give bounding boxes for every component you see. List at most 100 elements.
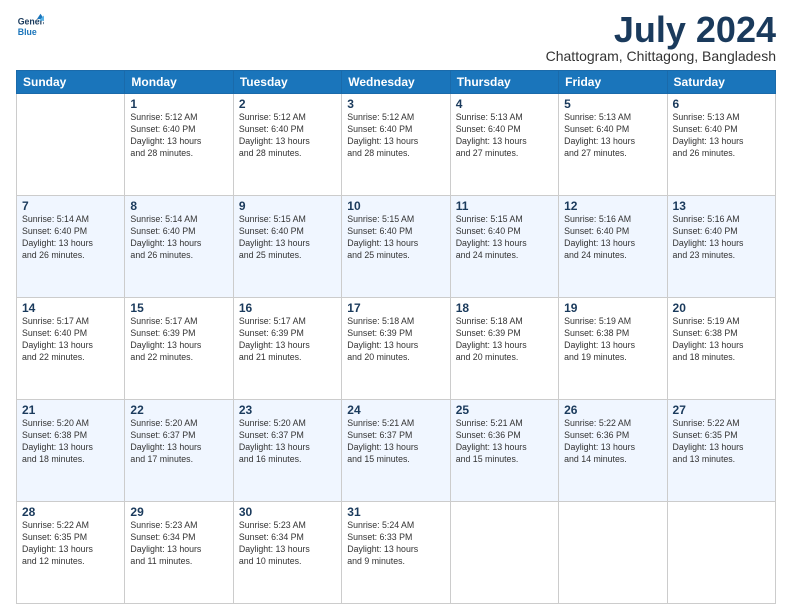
col-sunday: Sunday bbox=[17, 71, 125, 94]
table-row bbox=[450, 502, 558, 604]
day-info: Sunrise: 5:17 AM Sunset: 6:39 PM Dayligh… bbox=[239, 316, 336, 364]
day-number: 2 bbox=[239, 97, 336, 111]
day-number: 21 bbox=[22, 403, 119, 417]
table-row: 26Sunrise: 5:22 AM Sunset: 6:36 PM Dayli… bbox=[559, 400, 667, 502]
header-row: Sunday Monday Tuesday Wednesday Thursday… bbox=[17, 71, 776, 94]
day-number: 25 bbox=[456, 403, 553, 417]
table-row: 24Sunrise: 5:21 AM Sunset: 6:37 PM Dayli… bbox=[342, 400, 450, 502]
table-row: 2Sunrise: 5:12 AM Sunset: 6:40 PM Daylig… bbox=[233, 94, 341, 196]
day-number: 1 bbox=[130, 97, 227, 111]
day-info: Sunrise: 5:20 AM Sunset: 6:37 PM Dayligh… bbox=[239, 418, 336, 466]
day-info: Sunrise: 5:19 AM Sunset: 6:38 PM Dayligh… bbox=[564, 316, 661, 364]
day-info: Sunrise: 5:16 AM Sunset: 6:40 PM Dayligh… bbox=[673, 214, 770, 262]
day-number: 20 bbox=[673, 301, 770, 315]
table-row bbox=[559, 502, 667, 604]
day-info: Sunrise: 5:21 AM Sunset: 6:37 PM Dayligh… bbox=[347, 418, 444, 466]
table-row bbox=[667, 502, 775, 604]
day-info: Sunrise: 5:23 AM Sunset: 6:34 PM Dayligh… bbox=[239, 520, 336, 568]
day-number: 12 bbox=[564, 199, 661, 213]
table-row: 12Sunrise: 5:16 AM Sunset: 6:40 PM Dayli… bbox=[559, 196, 667, 298]
day-info: Sunrise: 5:14 AM Sunset: 6:40 PM Dayligh… bbox=[130, 214, 227, 262]
day-info: Sunrise: 5:22 AM Sunset: 6:35 PM Dayligh… bbox=[673, 418, 770, 466]
table-row: 8Sunrise: 5:14 AM Sunset: 6:40 PM Daylig… bbox=[125, 196, 233, 298]
table-row: 29Sunrise: 5:23 AM Sunset: 6:34 PM Dayli… bbox=[125, 502, 233, 604]
day-info: Sunrise: 5:19 AM Sunset: 6:38 PM Dayligh… bbox=[673, 316, 770, 364]
day-number: 8 bbox=[130, 199, 227, 213]
table-row: 25Sunrise: 5:21 AM Sunset: 6:36 PM Dayli… bbox=[450, 400, 558, 502]
day-info: Sunrise: 5:20 AM Sunset: 6:37 PM Dayligh… bbox=[130, 418, 227, 466]
table-row: 3Sunrise: 5:12 AM Sunset: 6:40 PM Daylig… bbox=[342, 94, 450, 196]
day-info: Sunrise: 5:17 AM Sunset: 6:40 PM Dayligh… bbox=[22, 316, 119, 364]
col-thursday: Thursday bbox=[450, 71, 558, 94]
table-row: 9Sunrise: 5:15 AM Sunset: 6:40 PM Daylig… bbox=[233, 196, 341, 298]
calendar-week-row: 7Sunrise: 5:14 AM Sunset: 6:40 PM Daylig… bbox=[17, 196, 776, 298]
table-row: 28Sunrise: 5:22 AM Sunset: 6:35 PM Dayli… bbox=[17, 502, 125, 604]
day-number: 10 bbox=[347, 199, 444, 213]
table-row: 6Sunrise: 5:13 AM Sunset: 6:40 PM Daylig… bbox=[667, 94, 775, 196]
day-info: Sunrise: 5:15 AM Sunset: 6:40 PM Dayligh… bbox=[239, 214, 336, 262]
table-row: 20Sunrise: 5:19 AM Sunset: 6:38 PM Dayli… bbox=[667, 298, 775, 400]
day-number: 11 bbox=[456, 199, 553, 213]
calendar-week-row: 28Sunrise: 5:22 AM Sunset: 6:35 PM Dayli… bbox=[17, 502, 776, 604]
day-number: 9 bbox=[239, 199, 336, 213]
day-number: 3 bbox=[347, 97, 444, 111]
table-row: 31Sunrise: 5:24 AM Sunset: 6:33 PM Dayli… bbox=[342, 502, 450, 604]
day-number: 22 bbox=[130, 403, 227, 417]
table-row: 27Sunrise: 5:22 AM Sunset: 6:35 PM Dayli… bbox=[667, 400, 775, 502]
calendar-table: Sunday Monday Tuesday Wednesday Thursday… bbox=[16, 70, 776, 604]
day-number: 29 bbox=[130, 505, 227, 519]
day-info: Sunrise: 5:17 AM Sunset: 6:39 PM Dayligh… bbox=[130, 316, 227, 364]
day-info: Sunrise: 5:22 AM Sunset: 6:36 PM Dayligh… bbox=[564, 418, 661, 466]
table-row: 16Sunrise: 5:17 AM Sunset: 6:39 PM Dayli… bbox=[233, 298, 341, 400]
table-row: 23Sunrise: 5:20 AM Sunset: 6:37 PM Dayli… bbox=[233, 400, 341, 502]
calendar-title: July 2024 bbox=[546, 12, 776, 48]
day-info: Sunrise: 5:22 AM Sunset: 6:35 PM Dayligh… bbox=[22, 520, 119, 568]
table-row: 21Sunrise: 5:20 AM Sunset: 6:38 PM Dayli… bbox=[17, 400, 125, 502]
day-info: Sunrise: 5:12 AM Sunset: 6:40 PM Dayligh… bbox=[130, 112, 227, 160]
day-number: 7 bbox=[22, 199, 119, 213]
calendar-subtitle: Chattogram, Chittagong, Bangladesh bbox=[546, 48, 776, 64]
day-number: 15 bbox=[130, 301, 227, 315]
day-number: 27 bbox=[673, 403, 770, 417]
day-number: 31 bbox=[347, 505, 444, 519]
table-row: 30Sunrise: 5:23 AM Sunset: 6:34 PM Dayli… bbox=[233, 502, 341, 604]
svg-text:Blue: Blue bbox=[18, 27, 37, 37]
table-row: 10Sunrise: 5:15 AM Sunset: 6:40 PM Dayli… bbox=[342, 196, 450, 298]
calendar-week-row: 21Sunrise: 5:20 AM Sunset: 6:38 PM Dayli… bbox=[17, 400, 776, 502]
calendar-week-row: 1Sunrise: 5:12 AM Sunset: 6:40 PM Daylig… bbox=[17, 94, 776, 196]
col-friday: Friday bbox=[559, 71, 667, 94]
day-number: 28 bbox=[22, 505, 119, 519]
table-row: 14Sunrise: 5:17 AM Sunset: 6:40 PM Dayli… bbox=[17, 298, 125, 400]
table-row: 11Sunrise: 5:15 AM Sunset: 6:40 PM Dayli… bbox=[450, 196, 558, 298]
day-number: 14 bbox=[22, 301, 119, 315]
day-info: Sunrise: 5:14 AM Sunset: 6:40 PM Dayligh… bbox=[22, 214, 119, 262]
day-info: Sunrise: 5:16 AM Sunset: 6:40 PM Dayligh… bbox=[564, 214, 661, 262]
header: General Blue July 2024 Chattogram, Chitt… bbox=[16, 12, 776, 64]
table-row: 18Sunrise: 5:18 AM Sunset: 6:39 PM Dayli… bbox=[450, 298, 558, 400]
col-wednesday: Wednesday bbox=[342, 71, 450, 94]
logo: General Blue bbox=[16, 12, 44, 40]
table-row: 5Sunrise: 5:13 AM Sunset: 6:40 PM Daylig… bbox=[559, 94, 667, 196]
table-row: 13Sunrise: 5:16 AM Sunset: 6:40 PM Dayli… bbox=[667, 196, 775, 298]
day-number: 17 bbox=[347, 301, 444, 315]
day-number: 18 bbox=[456, 301, 553, 315]
col-monday: Monday bbox=[125, 71, 233, 94]
day-info: Sunrise: 5:15 AM Sunset: 6:40 PM Dayligh… bbox=[347, 214, 444, 262]
day-info: Sunrise: 5:18 AM Sunset: 6:39 PM Dayligh… bbox=[347, 316, 444, 364]
day-number: 26 bbox=[564, 403, 661, 417]
table-row: 4Sunrise: 5:13 AM Sunset: 6:40 PM Daylig… bbox=[450, 94, 558, 196]
table-row bbox=[17, 94, 125, 196]
table-row: 17Sunrise: 5:18 AM Sunset: 6:39 PM Dayli… bbox=[342, 298, 450, 400]
day-info: Sunrise: 5:23 AM Sunset: 6:34 PM Dayligh… bbox=[130, 520, 227, 568]
day-info: Sunrise: 5:13 AM Sunset: 6:40 PM Dayligh… bbox=[564, 112, 661, 160]
day-info: Sunrise: 5:13 AM Sunset: 6:40 PM Dayligh… bbox=[456, 112, 553, 160]
day-info: Sunrise: 5:24 AM Sunset: 6:33 PM Dayligh… bbox=[347, 520, 444, 568]
page: General Blue July 2024 Chattogram, Chitt… bbox=[0, 0, 792, 612]
day-info: Sunrise: 5:12 AM Sunset: 6:40 PM Dayligh… bbox=[239, 112, 336, 160]
table-row: 22Sunrise: 5:20 AM Sunset: 6:37 PM Dayli… bbox=[125, 400, 233, 502]
table-row: 15Sunrise: 5:17 AM Sunset: 6:39 PM Dayli… bbox=[125, 298, 233, 400]
day-info: Sunrise: 5:15 AM Sunset: 6:40 PM Dayligh… bbox=[456, 214, 553, 262]
day-number: 16 bbox=[239, 301, 336, 315]
col-tuesday: Tuesday bbox=[233, 71, 341, 94]
day-number: 13 bbox=[673, 199, 770, 213]
